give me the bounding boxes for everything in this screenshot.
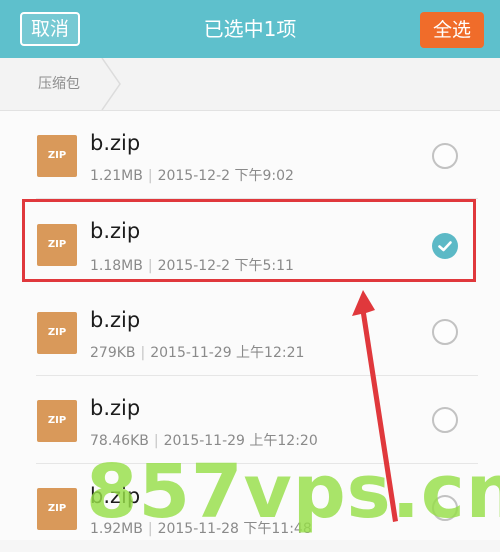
breadcrumb: 压缩包 (0, 58, 500, 111)
file-name: b.zip (90, 131, 141, 155)
file-meta: 1.21MB | 2015-12-2 下午9:02 (90, 165, 294, 185)
file-name: b.zip (90, 308, 141, 332)
file-date: 2015-11-29 上午12:21 (150, 345, 305, 361)
select-all-button[interactable]: 全选 (420, 12, 484, 48)
select-radio[interactable] (432, 407, 458, 433)
breadcrumb-item-archives[interactable]: 压缩包 (38, 58, 80, 110)
file-size: 1.21MB (90, 168, 143, 184)
file-row[interactable]: ZIP b.zip 1.21MB | 2015-12-2 下午9:02 (0, 111, 500, 199)
selection-count-title: 已选中1项 (203, 17, 297, 41)
file-meta: 279KB | 2015-11-29 上午12:21 (90, 342, 304, 362)
cancel-button[interactable]: 取消 (20, 12, 80, 46)
select-radio[interactable] (432, 143, 458, 169)
meta-separator: | (140, 345, 146, 361)
meta-separator: | (147, 168, 153, 184)
zip-file-icon: ZIP (37, 312, 77, 354)
zip-file-icon: ZIP (37, 400, 77, 442)
zip-file-icon: ZIP (37, 488, 77, 530)
file-row[interactable]: ZIP b.zip 279KB | 2015-11-29 上午12:21 (0, 288, 500, 376)
file-meta: 78.46KB | 2015-11-29 上午12:20 (90, 430, 318, 450)
file-size: 279KB (90, 345, 136, 361)
breadcrumb-chevron-icon (101, 58, 121, 110)
meta-separator: | (153, 433, 159, 449)
file-size: 78.46KB (90, 433, 149, 449)
annotation-highlight-box (22, 199, 476, 282)
top-bar: 取消 已选中1项 全选 (0, 0, 500, 58)
watermark-text: 857vps.cn (86, 449, 500, 535)
file-name: b.zip (90, 396, 141, 420)
zip-file-icon: ZIP (37, 135, 77, 177)
file-date: 2015-12-2 下午9:02 (157, 168, 294, 184)
select-radio[interactable] (432, 319, 458, 345)
file-date: 2015-11-29 上午12:20 (163, 433, 318, 449)
